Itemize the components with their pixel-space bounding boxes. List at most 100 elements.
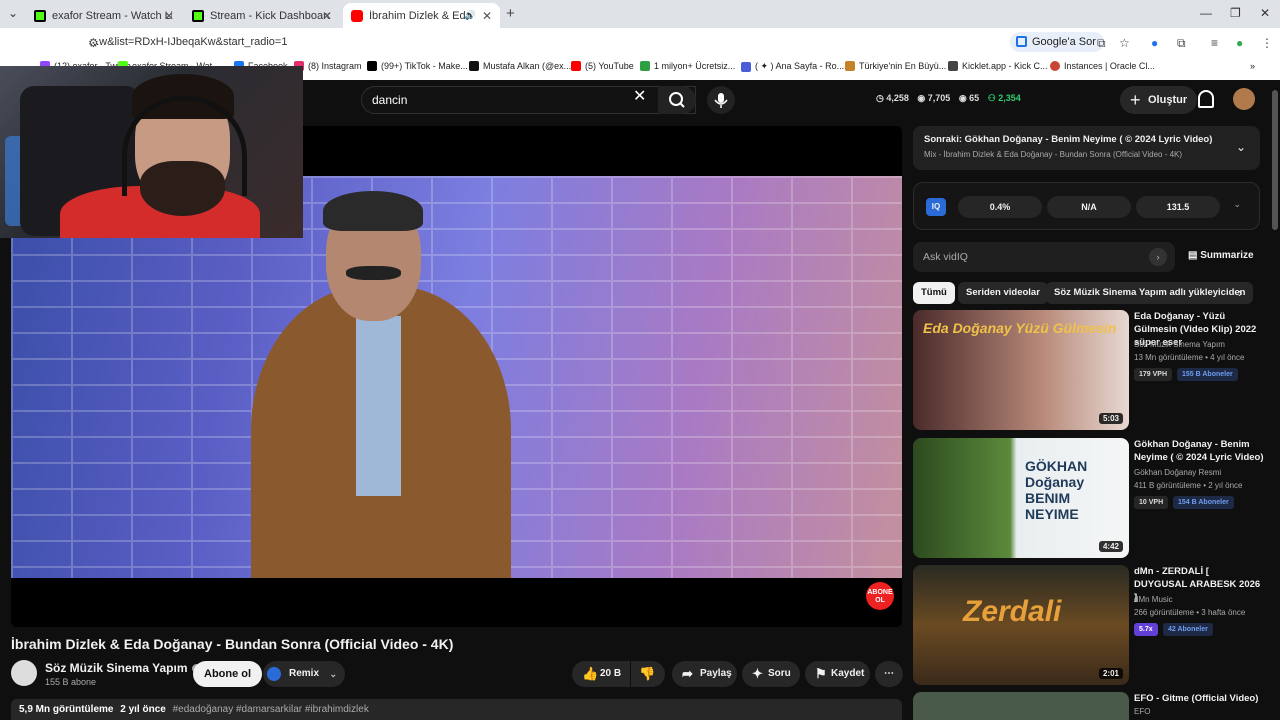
channel-name[interactable]: EFO xyxy=(1134,707,1150,716)
bookmark-item[interactable]: Türkiye'nin En Büyü... xyxy=(845,61,946,71)
tab-kick-dashboard[interactable]: Stream - Kick Dashboard ✕ xyxy=(184,3,340,28)
recommended-video[interactable]: EFO - Gitme (Official Video) EFO xyxy=(913,692,1273,720)
bookmark-item[interactable]: ( ✦ ) Ana Sayfa - Ro... xyxy=(741,61,844,72)
outlier-badge: 5.7x xyxy=(1134,623,1158,636)
bookmark-star-icon[interactable]: ☆ xyxy=(1119,36,1130,50)
send-icon[interactable]: › xyxy=(1149,248,1167,266)
extensions-icon[interactable]: ⧉ xyxy=(1177,36,1186,51)
up-next-panel[interactable]: Sonraki: Gökhan Doğanay - Benim Neyime (… xyxy=(913,126,1260,170)
ask-button[interactable]: ✦ Soru xyxy=(742,661,800,687)
bookmark-item[interactable]: (5) YouTube xyxy=(571,61,634,71)
bookmark-item[interactable]: Kicklet.app - Kick C... xyxy=(948,61,1048,71)
close-tab-icon[interactable]: ✕ xyxy=(482,9,492,23)
vidiq-metric: 131.5 xyxy=(1136,196,1220,218)
profile-icon[interactable]: ● xyxy=(1236,36,1243,50)
chevron-right-icon[interactable]: › xyxy=(1238,285,1242,300)
chevron-down-icon[interactable]: ⌄ xyxy=(1236,140,1246,154)
recommended-video[interactable]: GÖKHAN Doğanay BENIM NEYIME 4:42 Gökhan … xyxy=(913,438,1273,558)
subs-badge: 42 Aboneler xyxy=(1163,623,1213,636)
subscribe-button[interactable]: Abone ol xyxy=(193,661,263,687)
reading-list-icon[interactable]: ≡ xyxy=(1211,36,1218,50)
chip-all[interactable]: Tümü xyxy=(913,282,955,304)
video-thumbnail[interactable] xyxy=(913,692,1129,720)
channel-subscribers: 155 B abone xyxy=(45,677,97,687)
bookmark-item[interactable]: Instances | Oracle Cl... xyxy=(1050,61,1155,71)
tab-title: İbrahim Dizlek & Eda Doğanay xyxy=(369,9,474,22)
remix-button[interactable]: Remix ⌄ xyxy=(263,661,346,687)
menu-icon[interactable]: ⋮ xyxy=(1261,36,1273,50)
ask-vidiq-input[interactable]: Ask vidIQ › xyxy=(913,242,1175,272)
google-ask-button[interactable]: Google'a Sor xyxy=(1010,32,1104,52)
subscribe-watermark[interactable]: ABONE OL xyxy=(866,582,894,610)
search-icon xyxy=(669,92,685,108)
create-label: Oluştur xyxy=(1148,94,1188,106)
thumbs-up-icon: 👍 xyxy=(582,666,599,681)
youtube-header: dancin ✕ ◷ 4,258 ◉ 7,705 ◉ 65 ⚇ 2,354 + … xyxy=(303,80,1280,120)
more-bookmarks-icon[interactable]: » xyxy=(1250,61,1255,71)
tab-youtube[interactable]: İbrahim Dizlek & Eda Doğanay 🔊 ✕ xyxy=(343,3,500,28)
page-scrollbar[interactable] xyxy=(1272,90,1278,230)
save-button[interactable]: ⚑ Kaydet xyxy=(805,661,870,687)
like-button[interactable]: 👍 20 B xyxy=(572,661,630,687)
youtube-icon xyxy=(351,9,363,22)
bookmark-item[interactable]: (99+) TikTok - Make... xyxy=(367,61,468,71)
bookmark-item[interactable]: 1 milyon+ Ücretsiz... xyxy=(640,61,735,71)
channel-name[interactable]: Söz Müzik Sinema Yapım xyxy=(45,661,201,675)
tab-kick-stream[interactable]: exafor Stream - Watch Live on Kick ✕ xyxy=(26,3,182,28)
eye-stat: ◉ 7,705 xyxy=(917,93,951,103)
video-duration: 2:01 xyxy=(1098,668,1123,679)
count-stat: ◉ 65 xyxy=(958,93,980,103)
chevron-down-icon: ⌄ xyxy=(329,669,338,679)
video-title[interactable]: EFO - Gitme (Official Video) xyxy=(1134,692,1264,705)
close-tab-icon[interactable]: ✕ xyxy=(164,9,174,23)
more-actions-button[interactable]: ⋯ xyxy=(875,661,903,687)
up-next-subtitle: Mix - İbrahim Dizlek & Eda Doğanay - Bun… xyxy=(924,150,1183,159)
dislike-button[interactable]: 👎 xyxy=(631,661,665,687)
chip-uploader[interactable]: Söz Müzik Sinema Yapım adlı yükleyiciden xyxy=(1046,282,1253,304)
hashtags[interactable]: #edadoğanay #damarsarkilar #ibrahimdizle… xyxy=(173,704,369,715)
video-thumbnail[interactable]: Eda Doğanay Yüzü Gülmesin 5:03 xyxy=(913,310,1129,430)
recommended-video[interactable]: Eda Doğanay Yüzü Gülmesin 5:03 Eda Doğan… xyxy=(913,310,1273,430)
channel-name[interactable]: dMn Music xyxy=(1134,595,1173,604)
restore-icon[interactable]: ❐ xyxy=(1230,6,1241,20)
channel-name[interactable]: Gökhan Doğanay Resmi xyxy=(1134,468,1221,477)
channel-name[interactable]: Söz Müzik Sinema Yapım xyxy=(1134,340,1225,349)
new-tab-icon[interactable]: + xyxy=(506,5,515,22)
clear-search-icon[interactable]: ✕ xyxy=(633,86,646,106)
chevron-down-icon[interactable]: ⌄ xyxy=(1233,199,1241,210)
video-title[interactable]: Gökhan Doğanay - Benim Neyime ( © 2024 L… xyxy=(1134,438,1264,464)
green-stat: ⚇ 2,354 xyxy=(987,93,1021,103)
search-button[interactable] xyxy=(658,86,696,114)
summarize-button[interactable]: ▤ Summarize xyxy=(1188,250,1254,261)
thumbnail-text: GÖKHAN Doğanay BENIM NEYIME xyxy=(1025,458,1088,522)
notifications-icon[interactable] xyxy=(1198,90,1214,108)
minimize-icon[interactable]: — xyxy=(1200,6,1212,20)
chip-series[interactable]: Seriden videolar xyxy=(958,282,1048,304)
vph-badge: 10 VPH xyxy=(1134,496,1169,509)
tab-list-icon[interactable]: ⌄ xyxy=(8,6,18,20)
bookmark-item[interactable]: (8) Instagram xyxy=(294,61,362,71)
remix-label: Remix xyxy=(289,668,320,679)
subs-badge: 154 B Aboneler xyxy=(1173,496,1234,509)
create-button[interactable]: + Oluştur xyxy=(1120,86,1198,114)
thumbs-down-icon: 👎 xyxy=(639,666,656,681)
video-thumbnail[interactable]: GÖKHAN Doğanay BENIM NEYIME 4:42 xyxy=(913,438,1129,558)
account-avatar[interactable] xyxy=(1233,88,1255,110)
description-box[interactable]: 5,9 Mn görüntüleme 2 yıl önce #edadoğana… xyxy=(11,699,902,720)
extension-icon[interactable]: ● xyxy=(1151,36,1158,50)
video-meta: 266 görüntüleme • 3 hafta önce xyxy=(1134,608,1246,617)
window-close-icon[interactable]: ✕ xyxy=(1260,6,1270,20)
voice-search-button[interactable] xyxy=(707,86,735,114)
speaker-icon[interactable]: 🔊 xyxy=(465,10,476,21)
channel-avatar[interactable] xyxy=(11,660,37,686)
share-button[interactable]: ➦ Paylaş xyxy=(672,661,737,687)
recommended-video[interactable]: Zerdali 2:01 dMn - ZERDALİ [ DUYGUSAL AR… xyxy=(913,565,1273,685)
kick-icon xyxy=(34,9,46,22)
thumbnail-text: Eda Doğanay Yüzü Gülmesin xyxy=(923,320,1117,336)
video-thumbnail[interactable]: Zerdali 2:01 xyxy=(913,565,1129,685)
close-tab-icon[interactable]: ✕ xyxy=(322,9,332,23)
bookmark-item[interactable]: Mustafa Alkan (@ex... xyxy=(469,61,571,71)
url-field[interactable]: ...w&list=RDxH-IJbeqaKw&start_radio=1 xyxy=(70,31,1005,53)
install-icon[interactable]: ⧉ xyxy=(1097,36,1106,51)
save-label: Kaydet xyxy=(831,668,865,679)
